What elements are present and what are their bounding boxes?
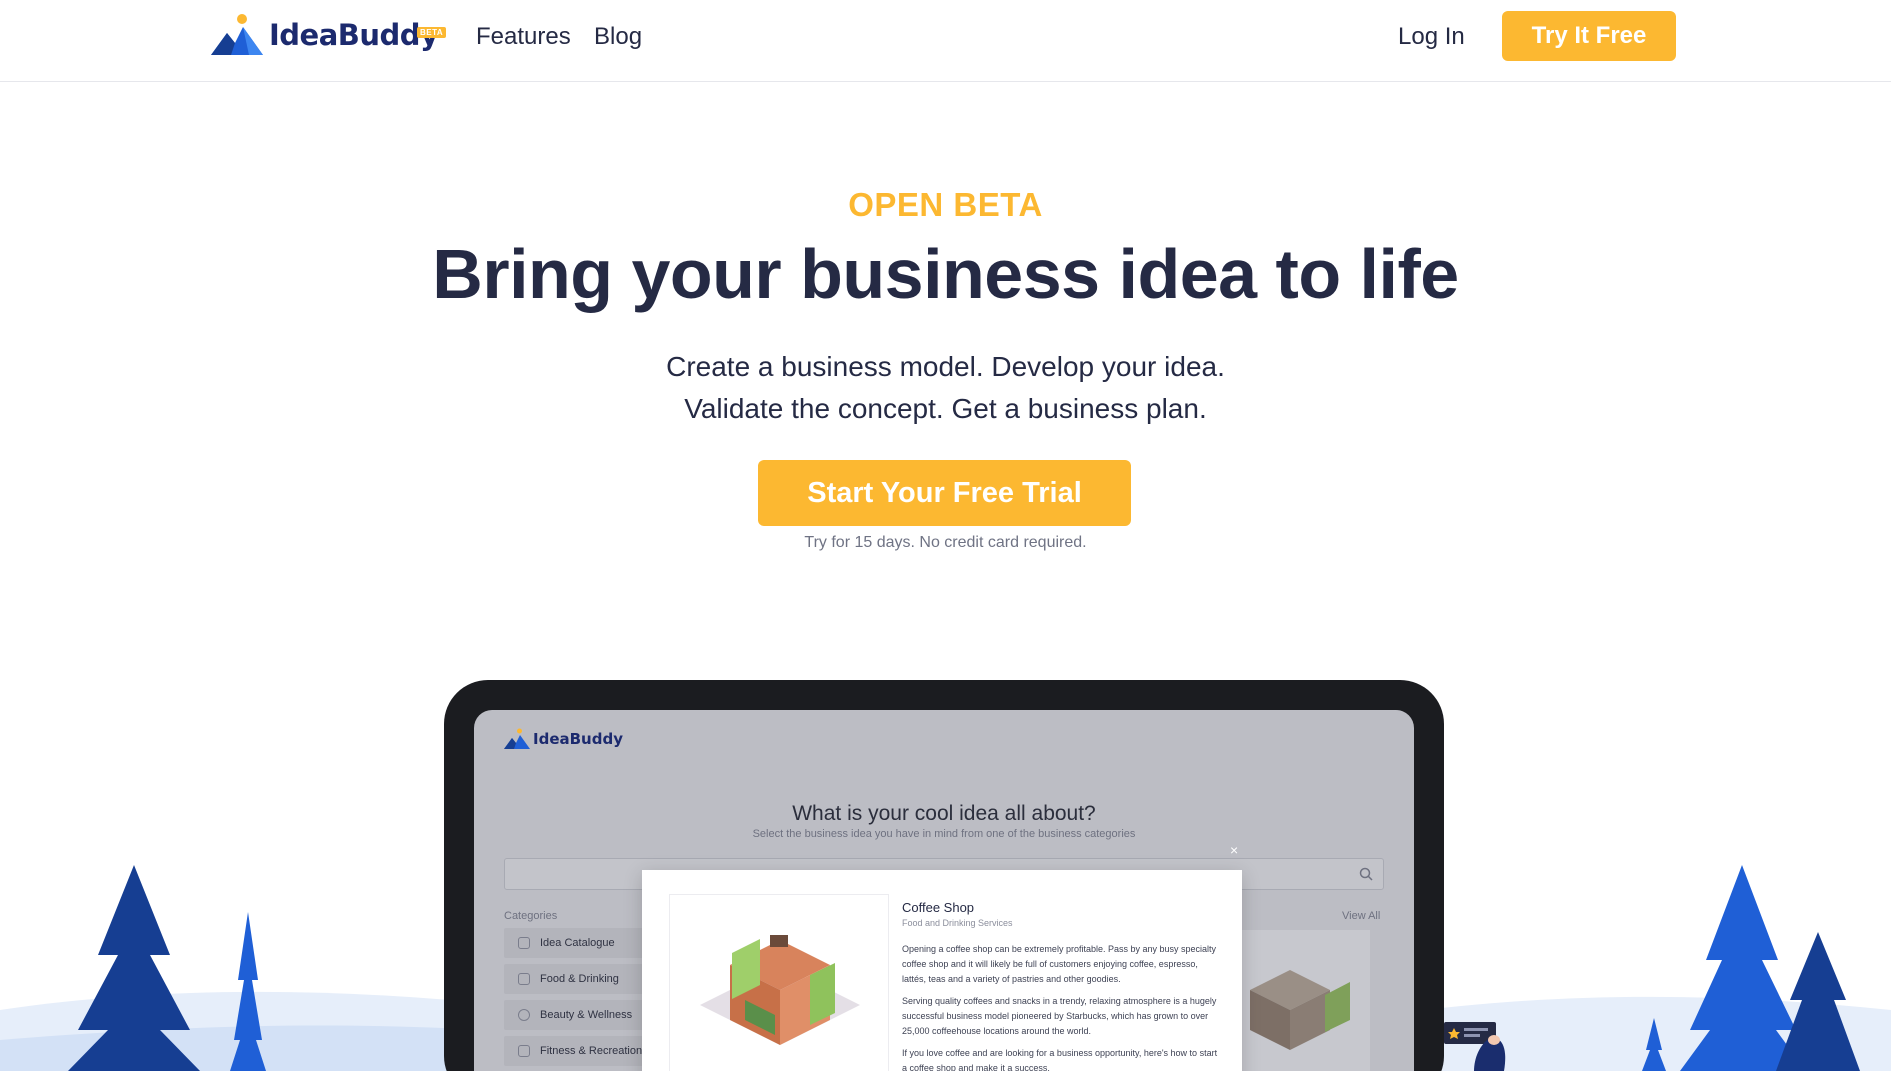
category-label: Food & Drinking (540, 973, 619, 985)
hero-subtitle-line2: Validate the concept. Get a business pla… (684, 393, 1207, 424)
open-beta-label: OPEN BETA (848, 186, 1043, 223)
modal-title: Coffee Shop (902, 900, 975, 915)
mountain-logo-icon (211, 14, 263, 55)
beta-badge: BETA (417, 27, 447, 38)
category-item: Beauty & Wellness (504, 1000, 644, 1030)
modal-paragraph: Opening a coffee shop can be extremely p… (902, 944, 1217, 984)
idea-card-thumbnail (1230, 930, 1370, 1071)
view-all-link: View All (1342, 910, 1381, 922)
categories-label: Categories (504, 910, 558, 922)
ideabuddy-logo[interactable]: IdeaBuddy BETA (211, 11, 447, 59)
idea-detail-modal: Coffee Shop Food and Drinking Services O… (642, 870, 1242, 1071)
category-label: Fitness & Recreation (540, 1045, 643, 1057)
nav-link-blog[interactable]: Blog (594, 22, 642, 52)
idea-image (669, 894, 889, 1071)
mountain-logo-icon (504, 728, 530, 749)
modal-paragraph: If you love coffee and are looking for a… (902, 1048, 1218, 1071)
lotus-icon (518, 1009, 530, 1021)
hero-title: Bring your business idea to life (432, 235, 1459, 313)
utensils-icon (518, 973, 530, 985)
hero-subtitle: Create a business model. Develop your id… (0, 346, 1891, 430)
trial-note: Try for 15 days. No credit card required… (804, 534, 1087, 551)
category-item: Idea Catalogue (504, 928, 644, 958)
close-icon: × (1230, 842, 1239, 858)
category-item: Fitness & Recreation (504, 1036, 644, 1066)
category-item: Food & Drinking (504, 964, 644, 994)
app-preview-title: What is your cool idea all about? (792, 802, 1096, 825)
app-preview-logo: IdeaBuddy (504, 728, 623, 750)
category-label: Idea Catalogue (540, 937, 615, 949)
top-navbar: IdeaBuddy BETA Features Blog Log In Try … (0, 0, 1891, 82)
hand-holding-card-icon (1444, 1022, 1506, 1071)
login-link[interactable]: Log In (1398, 22, 1465, 52)
hero-subtitle-line1: Create a business model. Develop your id… (666, 351, 1225, 382)
shop-illustration-icon (1250, 970, 1350, 1050)
layers-icon (518, 937, 530, 949)
app-preview-screen: IdeaBuddy What is your cool idea all abo… (474, 710, 1414, 1071)
modal-paragraph: Serving quality coffees and snacks in a … (902, 996, 1217, 1036)
app-preview-logo-text: IdeaBuddy (533, 730, 623, 748)
try-it-free-button[interactable]: Try It Free (1502, 11, 1676, 61)
search-icon (1359, 867, 1373, 881)
app-preview-subtitle: Select the business idea you have in min… (752, 828, 1136, 840)
dumbbell-icon (518, 1045, 530, 1057)
nav-link-features[interactable]: Features (476, 22, 571, 52)
logo-wordmark: IdeaBuddy (269, 17, 439, 52)
category-label: Beauty & Wellness (540, 1009, 633, 1021)
coffee-shop-illustration-icon (700, 935, 860, 1045)
modal-subtitle: Food and Drinking Services (902, 918, 1013, 928)
start-free-trial-button[interactable]: Start Your Free Trial (758, 460, 1131, 526)
